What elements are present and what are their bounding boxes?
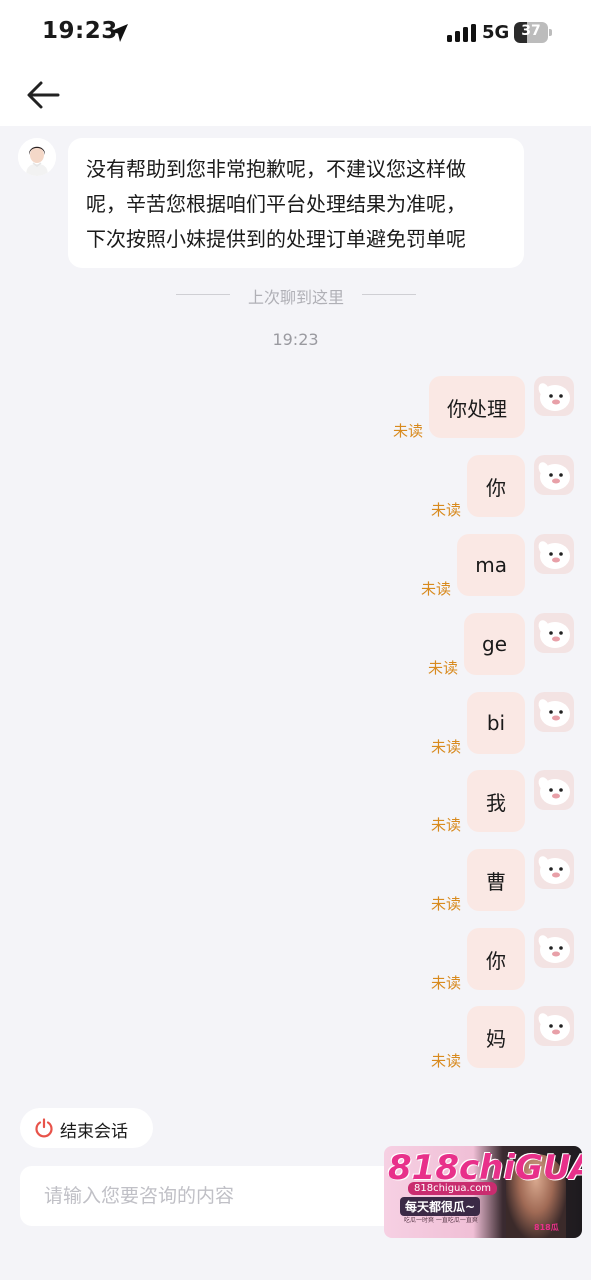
message-row: 你处理 未读 (0, 376, 591, 440)
end-session-button[interactable]: 结束会话 (20, 1108, 153, 1148)
agent-avatar[interactable] (18, 138, 56, 176)
user-message-bubble[interactable]: 你 (467, 455, 525, 517)
unread-label: 未读 (428, 659, 459, 677)
unread-label: 未读 (431, 1052, 462, 1070)
unread-label: 未读 (421, 580, 452, 598)
location-arrow-icon (110, 24, 128, 42)
agent-message-bubble: 没有帮助到您非常抱歉呢，不建议您这样做 呢，辛苦您根据咱们平台处理结果为准呢， … (68, 138, 524, 268)
user-avatar[interactable] (534, 455, 574, 495)
unread-label: 未读 (393, 422, 424, 440)
user-message-bubble[interactable]: 妈 (467, 1006, 525, 1068)
watermark-subtitle: 吃瓜一时爽 一直吃瓜一直爽 (404, 1217, 478, 1224)
user-avatar[interactable] (534, 770, 574, 810)
user-message-bubble[interactable]: 你处理 (429, 376, 525, 438)
watermark-url: 818chigua.com (408, 1182, 498, 1195)
message-row: bi 未读 (0, 692, 591, 756)
user-avatar[interactable] (534, 534, 574, 574)
unread-label: 未读 (431, 501, 462, 519)
unread-label: 未读 (431, 738, 462, 756)
agent-message-line: 没有帮助到您非常抱歉呢，不建议您这样做 (86, 157, 466, 181)
status-time: 19:23 (42, 18, 118, 44)
watermark-tagline: 每天都很瓜~ (400, 1197, 481, 1216)
battery-icon: 37 (514, 22, 552, 43)
message-row: 你未读 (0, 455, 591, 519)
user-avatar[interactable] (534, 928, 574, 968)
history-divider-text: 上次聊到这里 (247, 288, 344, 307)
user-message-bubble[interactable]: bi (467, 692, 525, 754)
power-icon (35, 1118, 53, 1138)
watermark-logo: 818chiGUA 818chigua.com 每天都很瓜~ 吃瓜一时爽 一直吃… (384, 1146, 582, 1238)
nav-bar (0, 64, 591, 126)
user-avatar[interactable] (534, 1006, 574, 1046)
unread-label: 未读 (431, 816, 462, 834)
unread-label: 未读 (431, 974, 462, 992)
user-avatar[interactable] (534, 376, 574, 416)
history-divider: 上次聊到这里 (176, 284, 416, 307)
message-row: 妈未读 (0, 1006, 591, 1070)
user-message-bubble[interactable]: ge (464, 613, 525, 675)
unread-label: 未读 (431, 895, 462, 913)
user-avatar[interactable] (534, 692, 574, 732)
user-avatar[interactable] (534, 849, 574, 889)
user-message-bubble[interactable]: 曹 (467, 849, 525, 911)
message-row: ma 未读 (0, 534, 591, 598)
user-message-bubble[interactable]: ma (457, 534, 525, 596)
message-row: 你未读 (0, 928, 591, 992)
message-timestamp: 19:23 (272, 330, 319, 349)
agent-message-line: 呢，辛苦您根据咱们平台处理结果为准呢， (86, 192, 466, 216)
status-bar: 19:23 5G 37 (0, 0, 591, 64)
message-row: 我未读 (0, 770, 591, 834)
user-message-bubble[interactable]: 你 (467, 928, 525, 990)
agent-avatar-icon (18, 138, 56, 176)
message-row: ge 未读 (0, 613, 591, 677)
agent-message-line: 下次按照小妹提供到的处理订单避免罚单呢 (86, 227, 466, 251)
cellular-signal-icon (447, 24, 476, 42)
back-arrow-icon[interactable] (24, 78, 64, 112)
network-type: 5G (482, 22, 510, 43)
message-input[interactable] (20, 1166, 380, 1226)
watermark-side-text: 818瓜 (534, 1223, 559, 1232)
user-avatar[interactable] (534, 613, 574, 653)
end-session-label: 结束会话 (60, 1122, 128, 1142)
battery-percent: 37 (521, 23, 541, 39)
message-row: 曹未读 (0, 849, 591, 913)
user-message-bubble[interactable]: 我 (467, 770, 525, 832)
